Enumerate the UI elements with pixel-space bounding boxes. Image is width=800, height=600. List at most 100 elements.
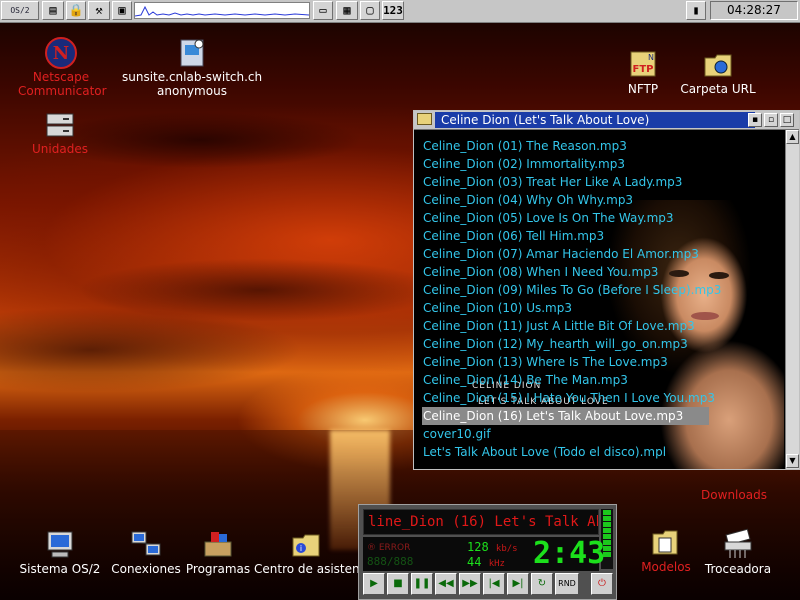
nftp-icon: FTP N [626,48,660,82]
song-marquee: line_Dion (16) Let's Talk Abo [363,509,599,535]
desktop-icon-label-line2: Communicator [18,84,107,98]
bitrate-value: 128 [467,540,489,554]
file-item[interactable]: Celine_Dion (06) Tell Him.mp3 [422,227,782,245]
player-display: ® ERROR 888/888 128 kb/s 44 kHz 2:43 [363,537,605,571]
pause-button[interactable]: ❚❚ [411,573,433,595]
file-item[interactable]: Celine_Dion (10) Us.mp3 [422,299,782,317]
monitor-icon[interactable]: ▣ [112,1,132,20]
counter-button[interactable]: 123 [382,1,404,20]
window-list-icon[interactable]: ▤ [42,1,64,20]
os2-system-icon [43,528,77,562]
bitrate-unit: kb/s [495,544,518,554]
desktop-icon-modelos[interactable]: Modelos [636,526,696,574]
url-folder-icon [701,48,735,82]
clock[interactable]: 04:28:27 [710,1,798,20]
desktop-icon-label: Carpeta URL [680,82,756,96]
svg-text:FTP: FTP [633,64,654,75]
error-indicator: ® ERROR [367,543,411,553]
maximize-button[interactable]: □ [780,113,794,127]
desktop-icon-sistema-os2[interactable]: Sistema OS/2 [18,528,102,576]
time-display: 2:43 [533,536,606,571]
mp3-player[interactable]: line_Dion (16) Let's Talk Abo ® ERROR 88… [358,504,617,600]
next-track-button[interactable]: ▶| [507,573,529,595]
connections-icon [129,528,163,562]
window-title: Celine Dion (Let's Talk About Love) [435,112,755,128]
desktop-icon-label: Centro de asistencia [254,562,358,576]
file-item[interactable]: Celine_Dion (07) Amar Haciendo El Amor.m… [422,245,782,263]
desktop-icon-nftp[interactable]: FTP N N FTP [618,48,668,96]
file-item[interactable]: Celine_Dion (11) Just A Little Bit Of Lo… [422,317,782,335]
lock-icon[interactable]: 🔒 [66,1,86,20]
desktop-icon-label: Sistema OS/2 [19,562,101,576]
svg-text:N: N [53,43,69,64]
file-item[interactable]: Celine_Dion (01) The Reason.mp3 [422,137,782,155]
desktop-icon-netscape[interactable]: N Netscape Communicator [18,36,107,98]
power-button[interactable]: ⏻ [591,573,613,595]
ftp-site-icon [175,36,209,70]
folder-icon[interactable] [417,113,432,125]
svg-text:N: N [648,53,654,62]
desktop-icon-label: Netscape [32,70,90,84]
rewind-button[interactable]: ◀◀ [435,573,457,595]
file-item[interactable]: Celine_Dion (15) I Hate You Then I Love … [422,389,782,407]
file-item[interactable]: Celine_Dion (12) My_hearth_will_go_on.mp… [422,335,782,353]
folder-window[interactable]: Celine Dion (Let's Talk About Love) ▪ ▫ … [413,110,800,470]
window-titlebar[interactable]: Celine Dion (Let's Talk About Love) ▪ ▫ … [414,111,799,130]
cpu-monitor-graph [134,2,310,19]
help-book-icon[interactable]: ▮ [686,1,706,20]
desktop-icon-label-line2: anonymous [157,84,227,98]
fast-forward-button[interactable]: ▶▶ [459,573,481,595]
file-item[interactable]: Let's Talk About Love (Todo el disco).mp… [422,443,782,461]
desktop-icon-downloads[interactable]: Downloads [696,470,772,502]
desktop-icon-carpeta-url[interactable]: Carpeta URL [680,48,756,96]
file-item[interactable]: Celine_Dion (05) Love Is On The Way.mp3 [422,209,782,227]
file-item[interactable]: Celine_Dion (08) When I Need You.mp3 [422,263,782,281]
track-counter: 888/888 [367,555,414,568]
frequency-unit: kHz [488,559,505,569]
tool-icon[interactable]: ⚒ [88,1,110,20]
frequency-value: 44 [467,555,482,569]
desktop-icon-conexiones[interactable]: Conexiones [108,528,184,576]
desktop-icon-unidades[interactable]: Unidades [22,108,98,156]
cpu-load-line [134,5,310,17]
vu-segment [603,522,611,527]
scroll-up-button[interactable]: ▲ [786,130,799,144]
vu-segment [603,528,611,533]
random-button[interactable]: RND [555,573,579,595]
os2-logo-button[interactable]: OS/2 [1,1,39,20]
scroll-down-button[interactable]: ▼ [786,454,799,468]
desktop-icon-programas[interactable]: Programas [180,528,256,576]
hide-button[interactable]: ▪ [748,113,762,127]
shredder-icon [721,528,755,562]
file-item[interactable]: cover10.gif [422,425,782,443]
desktop-icon-label: Modelos [641,560,691,574]
desktop-icon-ftp-site[interactable]: sunsite.cnlab-switch.ch anonymous [122,36,262,98]
file-item[interactable]: Celine_Dion (13) Where Is The Love.mp3 [422,353,782,371]
folder-contents[interactable]: CELINE DION LET'S TALK ABOUT LOVE Celine… [414,130,785,469]
play-button[interactable]: ▶ [363,573,385,595]
drives-icon [43,108,77,142]
keyboard-icon[interactable]: ▭ [313,1,333,20]
folder-icon[interactable]: ▢ [360,1,380,20]
desktop-icon-troceadora[interactable]: Troceadora [700,528,776,576]
file-item[interactable]: Celine_Dion (03) Treat Her Like A Lady.m… [422,173,782,191]
templates-icon [649,526,683,560]
minimize-button[interactable]: ▫ [764,113,778,127]
vertical-scrollbar[interactable]: ▲ ▼ [785,130,799,469]
bitrate-display: 128 kb/s [467,540,518,554]
file-item[interactable]: Celine_Dion (02) Immortality.mp3 [422,155,782,173]
stop-button[interactable]: ■ [387,573,409,595]
file-item-selected[interactable]: Celine_Dion (16) Let's Talk About Love.m… [422,407,709,425]
desktop-icon-label: Programas [185,562,251,576]
desktop-icon-label: Downloads [701,488,767,502]
calculator-icon[interactable]: ▦ [336,1,358,20]
file-item[interactable]: Celine_Dion (14) Be The Man.mp3 [422,371,782,389]
previous-track-button[interactable]: |◀ [483,573,505,595]
desktop-icon-centro-asistencia[interactable]: i Centro de asistencia [254,528,358,576]
netscape-icon: N [44,36,78,70]
repeat-button[interactable]: ↻ [531,573,553,595]
file-item[interactable]: Celine_Dion (04) Why Oh Why.mp3 [422,191,782,209]
vu-segment [603,516,611,521]
file-list: Celine_Dion (01) The Reason.mp3 Celine_D… [422,137,782,461]
file-item[interactable]: Celine_Dion (09) Miles To Go (Before I S… [422,281,782,299]
